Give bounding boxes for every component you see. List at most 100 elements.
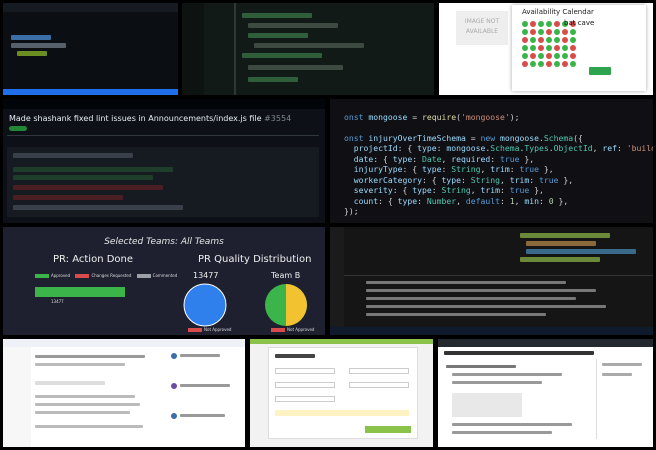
calendar-day[interactable] [554, 61, 560, 67]
calendar-day[interactable] [546, 21, 552, 27]
calendar-day[interactable] [530, 45, 536, 51]
issue-thumb[interactable] [438, 339, 653, 447]
pr-action-title: PR: Action Done [53, 254, 134, 265]
form-field[interactable] [349, 368, 409, 374]
calendar-day[interactable] [522, 61, 528, 67]
calendar-day[interactable] [530, 29, 536, 35]
top-nav [438, 339, 653, 347]
pr-title: Made shashank fixed lint issues in Annou… [9, 114, 292, 123]
calendar-day[interactable] [562, 61, 568, 67]
team-a-label: 13477 [193, 271, 219, 280]
code-line-7: workerCategory: { type: String, trim: tr… [353, 174, 574, 185]
form-field[interactable] [275, 396, 335, 402]
not-approved-legend: Not Approved [271, 327, 314, 332]
code-editor-thumb[interactable]: onst mongoose = require('mongoose'); ons… [330, 99, 653, 223]
calendar-day[interactable] [522, 53, 528, 59]
image-placeholder: IMAGE NOT AVAILABLE [456, 11, 508, 45]
code-line-4: projectId: { type: mongoose.Schema.Types… [353, 143, 653, 153]
calendar-day[interactable] [530, 21, 536, 27]
toolbar [3, 339, 245, 347]
status-bar [3, 89, 178, 95]
code-line-6: injuryType: { type: String, trim: true }… [353, 164, 554, 174]
calendar-day[interactable] [546, 61, 552, 67]
submit-button[interactable] [589, 67, 611, 75]
notice-bar [275, 410, 409, 416]
form-field[interactable] [275, 368, 335, 374]
calendar-day[interactable] [554, 45, 560, 51]
dashboard-thumb[interactable]: Selected Teams: All Teams PR: Action Don… [3, 227, 325, 335]
diff-screenshot-thumb[interactable] [182, 3, 434, 95]
calendar-day[interactable] [570, 37, 576, 43]
code-line-1: onst mongoose = require('mongoose'); [344, 111, 520, 122]
form-field[interactable] [275, 382, 335, 388]
team-a-pie [183, 283, 227, 327]
calendar-day[interactable] [538, 45, 544, 51]
calendar-day[interactable] [562, 45, 568, 51]
gutter [182, 3, 204, 95]
calendar-day[interactable] [538, 29, 544, 35]
calendar-day[interactable] [530, 37, 536, 43]
submit-button[interactable] [365, 426, 411, 433]
comments-panel [171, 353, 241, 443]
embedded-image [452, 393, 522, 417]
ide-terminal-thumb[interactable] [330, 227, 653, 335]
selected-teams-label: Selected Teams: All Teams [104, 237, 224, 247]
calendar-day[interactable] [562, 37, 568, 43]
pull-request-thumb[interactable]: Made shashank fixed lint issues in Annou… [3, 99, 325, 223]
divider [234, 3, 236, 95]
status-badge [9, 126, 27, 131]
terminal-output [366, 281, 626, 321]
calendar-day[interactable] [570, 45, 576, 51]
calendar-day[interactable] [562, 29, 568, 35]
pie-slice [286, 284, 307, 326]
code-line-9: count: { type: Number, default: 1, min: … [353, 195, 569, 206]
calendar-day[interactable] [570, 29, 576, 35]
availability-calendar-thumb[interactable]: IMAGE NOT AVAILABLE Availability Calenda… [439, 3, 653, 95]
top-nav [3, 99, 325, 109]
form-panel [268, 347, 418, 439]
pr-action-bar-label: 13477 [51, 299, 64, 304]
code-block: onst mongoose = require('mongoose'); ons… [344, 101, 653, 223]
sidebar [3, 347, 31, 447]
side-text: bat cave [564, 19, 595, 27]
calendar-day[interactable] [522, 45, 528, 51]
calendar-day[interactable] [530, 53, 536, 59]
calendar-day[interactable] [522, 29, 528, 35]
code-line-8: severity: { type: String, trim: true }, [353, 185, 544, 195]
calendar-day[interactable] [562, 53, 568, 59]
form-field[interactable] [349, 382, 409, 388]
calendar-day[interactable] [522, 21, 528, 27]
code-line-3: onst injuryOverTimeSchema = new mongoose… [344, 132, 583, 143]
calendar-day[interactable] [538, 61, 544, 67]
code-line-5: date: { type: Date, required: true }, [353, 153, 535, 164]
calendar-day[interactable] [546, 53, 552, 59]
calendar-day[interactable] [554, 29, 560, 35]
form-thumb[interactable] [250, 339, 433, 447]
calendar-day[interactable] [538, 53, 544, 59]
calendar-day[interactable] [530, 61, 536, 67]
calendar-day[interactable] [554, 37, 560, 43]
calendar-title: Availability Calendar [522, 8, 594, 16]
document-thumb[interactable] [3, 339, 245, 447]
calendar-day[interactable] [522, 37, 528, 43]
calendar-day[interactable] [538, 37, 544, 43]
calendar-day[interactable] [538, 21, 544, 27]
calendar-day[interactable] [570, 61, 576, 67]
calendar-day[interactable] [554, 53, 560, 59]
pr-quality-title: PR Quality Distribution [198, 254, 312, 265]
editor-screenshot-thumb-1[interactable] [3, 3, 178, 95]
calendar-day[interactable] [554, 21, 560, 27]
pr-action-legend: Approved Changes Requested Commented [35, 273, 177, 278]
header-bar [250, 339, 433, 344]
calendar-day[interactable] [546, 45, 552, 51]
pie-slice [183, 283, 227, 327]
calendar-day[interactable] [570, 53, 576, 59]
activity-bar [330, 227, 344, 335]
taskbar [330, 327, 653, 335]
code-line-10: }); [344, 206, 359, 216]
code-line [11, 43, 66, 48]
calendar-day[interactable] [546, 29, 552, 35]
calendar-day[interactable] [546, 37, 552, 43]
pr-action-bar [35, 287, 125, 297]
code-line [17, 51, 47, 56]
